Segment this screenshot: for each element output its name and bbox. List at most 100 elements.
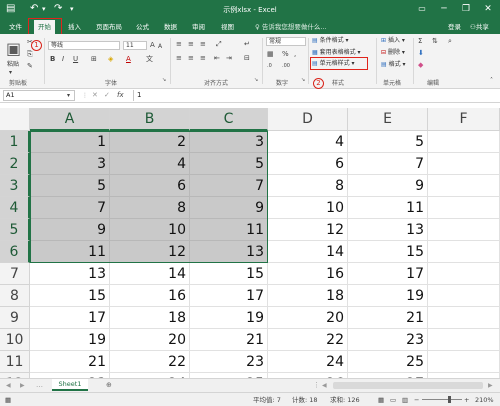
row-header[interactable]: 2 — [0, 153, 30, 175]
cell[interactable] — [428, 329, 500, 351]
font-color-icon[interactable]: A — [126, 55, 131, 64]
autosum-icon[interactable]: Σ — [418, 37, 422, 46]
cell[interactable]: 10 — [110, 219, 190, 241]
cell[interactable] — [428, 153, 500, 175]
orientation-icon[interactable]: ⤢ — [216, 40, 222, 49]
cell[interactable]: 13 — [190, 241, 268, 263]
row-header[interactable]: 6 — [0, 241, 30, 263]
page-layout-view-icon[interactable]: ▭ — [390, 395, 396, 405]
paste-dropdown-icon[interactable]: ▾ — [9, 68, 12, 77]
format-cells-button[interactable]: ▤ 格式 ▾ — [381, 60, 406, 69]
cell[interactable]: 4 — [268, 131, 348, 153]
add-sheet-icon[interactable]: ⊕ — [106, 381, 112, 390]
cell[interactable]: 13 — [348, 219, 428, 241]
row-header[interactable]: 10 — [0, 329, 30, 351]
cell[interactable]: 18 — [268, 285, 348, 307]
cell[interactable]: 22 — [268, 329, 348, 351]
prev-sheet-icon[interactable]: ◀ — [6, 381, 11, 390]
cell[interactable]: 16 — [268, 263, 348, 285]
cell[interactable]: 23 — [190, 351, 268, 373]
comma-style-icon[interactable]: , — [294, 50, 296, 59]
normal-view-icon[interactable]: ▦ — [378, 395, 384, 405]
row-header[interactable]: 1 — [0, 131, 30, 153]
italic-button[interactable]: I — [62, 55, 64, 64]
cell[interactable]: 9 — [190, 197, 268, 219]
shrink-font-icon[interactable]: A — [158, 42, 162, 51]
restore-button[interactable]: ❐ — [458, 2, 474, 16]
fill-color-icon[interactable]: ◈ — [108, 55, 113, 64]
row-header[interactable]: 11 — [0, 351, 30, 373]
increase-indent-icon[interactable]: ⇥ — [226, 54, 232, 63]
cell[interactable] — [428, 263, 500, 285]
align-left-icon[interactable]: ≡ — [176, 54, 182, 63]
font-size-combo[interactable]: 11 — [123, 41, 147, 50]
sign-in-link[interactable]: 登录 — [448, 20, 461, 34]
alignment-dialog-launcher-icon[interactable]: ↘ — [254, 76, 258, 85]
cell[interactable] — [428, 131, 500, 153]
cell[interactable] — [428, 241, 500, 263]
cell[interactable]: 12 — [110, 241, 190, 263]
cell[interactable] — [428, 175, 500, 197]
cell[interactable]: 19 — [30, 329, 110, 351]
cell[interactable]: 6 — [268, 153, 348, 175]
cell[interactable]: 13 — [30, 263, 110, 285]
cell[interactable]: 17 — [348, 263, 428, 285]
zoom-slider-thumb[interactable] — [448, 396, 451, 403]
cell[interactable]: 19 — [348, 285, 428, 307]
cell[interactable] — [428, 219, 500, 241]
cell[interactable]: 15 — [30, 285, 110, 307]
phonetic-icon[interactable]: 文 — [146, 55, 153, 64]
confirm-entry-icon[interactable]: ✓ — [104, 91, 110, 100]
more-options-icon[interactable]: ⋮ — [82, 91, 88, 100]
cell[interactable]: 4 — [110, 153, 190, 175]
cell[interactable]: 21 — [190, 329, 268, 351]
decrease-indent-icon[interactable]: ⇤ — [214, 54, 220, 63]
cell[interactable]: 20 — [268, 307, 348, 329]
format-as-table-button[interactable]: ▦ 套用表格格式 ▾ — [312, 48, 361, 57]
tab-view[interactable]: 视图 — [221, 20, 234, 34]
sheet-tab-sheet1[interactable]: Sheet1 — [52, 379, 88, 391]
cell[interactable]: 15 — [348, 241, 428, 263]
align-top-icon[interactable]: ≡ — [176, 40, 182, 49]
minimize-button[interactable]: ─ — [436, 2, 452, 16]
align-center-icon[interactable]: ≡ — [188, 54, 194, 63]
column-header[interactable]: C — [190, 108, 268, 131]
borders-icon[interactable]: ⊞ — [91, 55, 97, 64]
worksheet-grid[interactable]: ABCDEF 1 1 2 3 4 5 2 3 4 5 6 7 3 5 6 7 8 9 4 7 8 9 10 11 5 9 10 11 1… — [0, 108, 500, 378]
merge-center-icon[interactable]: ⊟ — [244, 54, 250, 63]
column-header[interactable]: A — [30, 108, 110, 131]
tab-review[interactable]: 审阅 — [192, 20, 205, 34]
cell[interactable]: 6 — [110, 175, 190, 197]
cell[interactable]: 16 — [110, 285, 190, 307]
row-header[interactable]: 5 — [0, 219, 30, 241]
underline-button[interactable]: U — [73, 55, 78, 64]
column-header[interactable]: D — [268, 108, 348, 131]
cell[interactable]: 19 — [190, 307, 268, 329]
cell[interactable]: 11 — [348, 197, 428, 219]
cell[interactable]: 17 — [30, 307, 110, 329]
cell[interactable] — [428, 197, 500, 219]
zoom-out-icon[interactable]: − — [414, 395, 419, 405]
cell[interactable]: 14 — [268, 241, 348, 263]
horizontal-scrollbar[interactable] — [333, 382, 483, 389]
increase-decimal-icon[interactable]: .0 — [267, 62, 272, 71]
number-dialog-launcher-icon[interactable]: ↘ — [301, 76, 305, 85]
tab-data[interactable]: 数据 — [164, 20, 177, 34]
cell[interactable]: 7 — [190, 175, 268, 197]
row-header[interactable]: 9 — [0, 307, 30, 329]
insert-function-icon[interactable]: fx — [117, 91, 124, 100]
select-all-corner[interactable] — [0, 108, 30, 131]
cell[interactable]: 3 — [190, 131, 268, 153]
cell[interactable] — [428, 285, 500, 307]
tell-me-box[interactable]: ♀ 告诉我您想要做什么... — [255, 20, 327, 34]
cell[interactable]: 12 — [268, 219, 348, 241]
name-box-dropdown-icon[interactable]: ▾ — [67, 91, 70, 100]
paste-icon[interactable]: ▣ — [6, 40, 21, 58]
fill-icon[interactable]: ⬇ — [418, 49, 424, 58]
row-header[interactable]: 3 — [0, 175, 30, 197]
find-select-icon[interactable]: ⌕ — [448, 37, 452, 46]
cell[interactable]: 14 — [110, 263, 190, 285]
bold-button[interactable]: B — [50, 55, 55, 64]
row-header[interactable]: 8 — [0, 285, 30, 307]
collapse-ribbon-icon[interactable]: ˄ — [490, 76, 493, 85]
